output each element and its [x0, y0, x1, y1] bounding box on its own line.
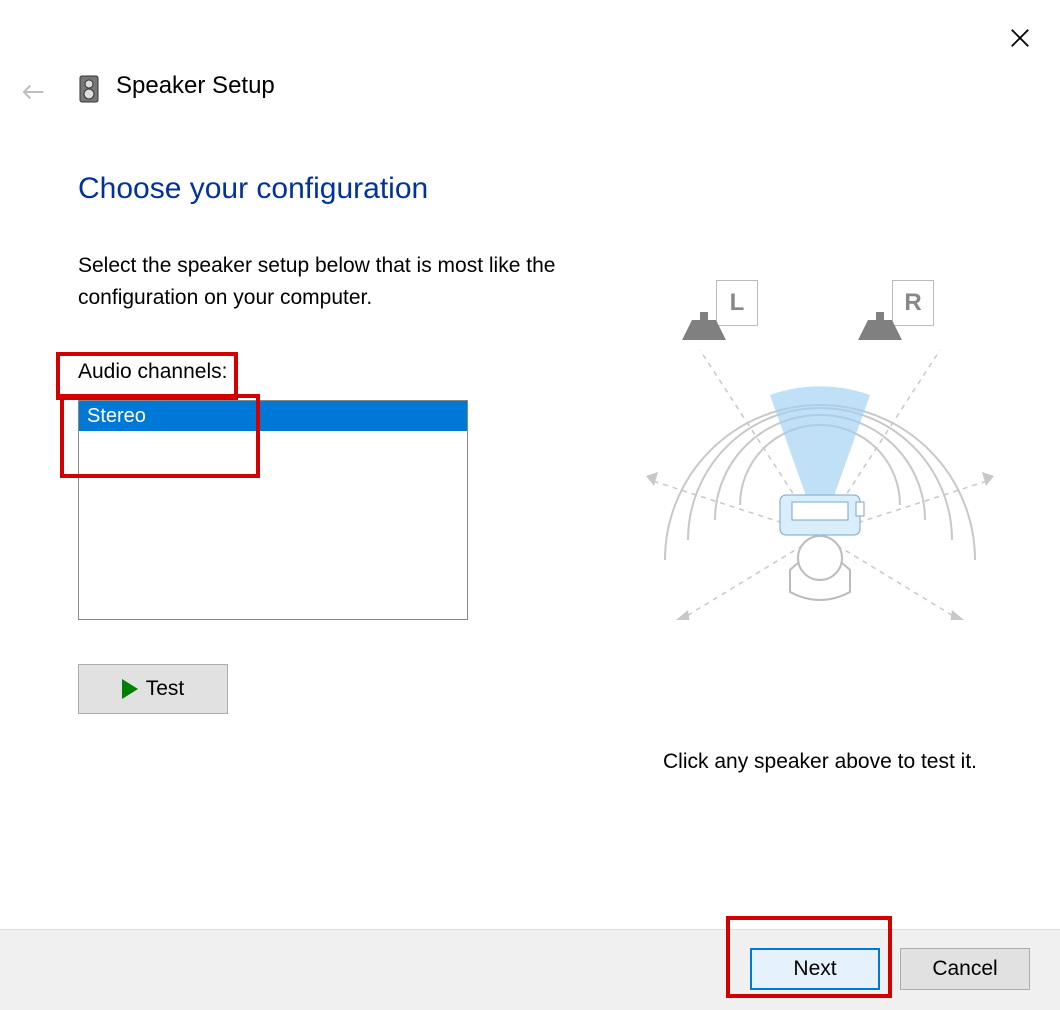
- right-speaker-label: R: [904, 289, 921, 317]
- next-button-label: Next: [793, 957, 836, 981]
- close-icon: [1009, 27, 1031, 49]
- dialog-button-bar: Next Cancel: [0, 929, 1060, 1010]
- audio-channel-option-stereo[interactable]: Stereo: [79, 401, 467, 431]
- cancel-button-label: Cancel: [932, 957, 997, 981]
- audio-channels-label: Audio channels:: [78, 360, 227, 384]
- window-title: Speaker Setup: [116, 72, 275, 100]
- left-speaker-label: L: [730, 289, 745, 317]
- test-button[interactable]: Test: [78, 664, 228, 714]
- back-button[interactable]: [20, 78, 48, 106]
- speaker-diagram: L R: [640, 280, 1000, 620]
- speaker-setup-icon: [76, 74, 106, 104]
- test-button-label: Test: [146, 677, 185, 701]
- next-button[interactable]: Next: [750, 948, 880, 990]
- close-button[interactable]: [1000, 18, 1040, 58]
- right-speaker-icon: [858, 312, 902, 340]
- play-icon: [122, 679, 138, 699]
- page-heading: Choose your configuration: [78, 172, 428, 206]
- left-speaker-icon: [682, 312, 726, 340]
- cancel-button[interactable]: Cancel: [900, 948, 1030, 990]
- speaker-diagram-graphic: [640, 340, 1000, 620]
- speaker-hint: Click any speaker above to test it.: [640, 750, 1000, 774]
- audio-channels-listbox[interactable]: Stereo: [78, 400, 468, 620]
- page-description: Select the speaker setup below that is m…: [78, 250, 578, 314]
- back-arrow-icon: [20, 82, 46, 102]
